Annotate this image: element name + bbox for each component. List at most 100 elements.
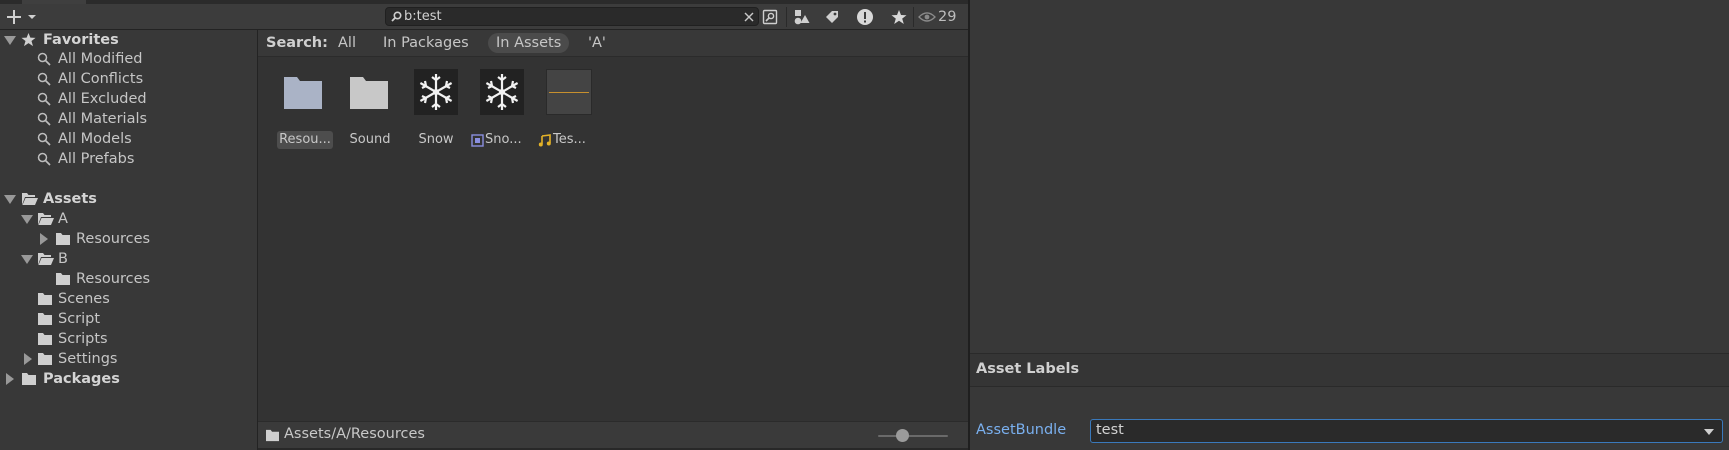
hidden-count: 29	[938, 9, 957, 25]
search-icon	[37, 112, 51, 126]
snowflake-icon	[419, 74, 453, 110]
assets-folder[interactable]: Assets	[43, 189, 97, 209]
search-input[interactable]	[404, 8, 734, 25]
path-bar: Assets/A/Resources	[258, 421, 968, 448]
expand-arrow[interactable]	[40, 233, 48, 245]
asset-item[interactable]: Sound	[337, 69, 403, 151]
warning-icon	[857, 9, 873, 25]
packages-folder[interactable]: Packages	[43, 369, 120, 389]
asset-labels-header[interactable]: Asset Labels	[970, 353, 1729, 387]
folder-scripts[interactable]: Scripts	[58, 329, 108, 349]
folder-icon	[38, 353, 52, 365]
icon-size-slider-thumb[interactable]	[896, 429, 909, 442]
eye-icon	[918, 12, 936, 22]
favorite-all-excluded[interactable]: All Excluded	[58, 89, 147, 109]
favorite-all-modified[interactable]: All Modified	[58, 49, 142, 69]
search-box[interactable]	[385, 7, 759, 26]
search-scope-bar: Search: All In Packages In Assets 'A'	[258, 30, 968, 57]
folder-icon	[56, 273, 70, 285]
hidden-packages-toggle[interactable]: 29	[918, 6, 956, 28]
tag-icon	[826, 11, 838, 23]
scope-in-assets[interactable]: In Assets	[488, 33, 570, 53]
create-button[interactable]	[6, 5, 40, 29]
open-folder-icon	[38, 253, 54, 265]
icon-size-slider[interactable]	[878, 435, 948, 437]
expand-arrow[interactable]	[4, 195, 16, 204]
filter-by-type-button[interactable]	[787, 6, 817, 28]
clear-search-icon[interactable]	[744, 12, 754, 22]
sprite-icon	[471, 134, 484, 147]
scope-in-packages[interactable]: In Packages	[375, 33, 477, 53]
folder-icon	[284, 77, 322, 109]
asset-label: Resou...	[277, 131, 333, 149]
expand-arrow[interactable]	[21, 255, 33, 264]
search-scope-label: Search:	[266, 35, 328, 51]
folder-tree: Favorites All Modified All Conflicts All…	[0, 30, 258, 450]
asset-item[interactable]: Snow	[403, 69, 469, 151]
search-in-window-button[interactable]	[755, 6, 785, 28]
selected-path: Assets/A/Resources	[284, 426, 425, 442]
asset-item[interactable]: Sno...	[469, 69, 535, 151]
project-window: 29 Favorites All Modified All Conflicts …	[0, 0, 968, 450]
open-folder-icon	[38, 213, 54, 225]
folder-script[interactable]: Script	[58, 309, 100, 329]
search-icon	[37, 52, 51, 66]
waveform-line	[549, 92, 589, 93]
star-icon	[891, 10, 907, 24]
folder-icon	[22, 373, 36, 385]
folder-icon	[38, 293, 52, 305]
asset-item[interactable]: Tes...	[535, 69, 601, 151]
star-icon	[21, 32, 36, 47]
save-search-favorite-button[interactable]	[884, 6, 914, 28]
folder-scenes[interactable]: Scenes	[58, 289, 110, 309]
favorite-all-materials[interactable]: All Materials	[58, 109, 147, 129]
favorite-all-prefabs[interactable]: All Prefabs	[58, 149, 134, 169]
snow-thumbnail	[414, 69, 458, 115]
inspector-panel: Asset Labels AssetBundle test	[968, 0, 1729, 450]
toolbar-separator	[913, 7, 914, 27]
expand-arrow[interactable]	[6, 373, 14, 385]
scope-folder-a[interactable]: 'A'	[580, 33, 614, 53]
search-icon	[37, 152, 51, 166]
folder-icon	[38, 333, 52, 345]
expand-arrow[interactable]	[21, 215, 33, 224]
search-icon	[37, 132, 51, 146]
asset-label: Snow	[418, 132, 454, 147]
asset-item[interactable]: Resou...	[271, 69, 337, 151]
project-toolbar: 29	[0, 4, 968, 30]
asset-label: Sno...	[485, 132, 522, 147]
search-icon	[391, 11, 402, 22]
expand-arrow[interactable]	[24, 353, 32, 365]
folder-icon	[38, 313, 52, 325]
asset-label: Tes...	[553, 132, 586, 147]
asset-grid: Resou... Sound Snow Sno... Tes...	[258, 57, 968, 421]
expand-arrow[interactable]	[4, 36, 16, 45]
folder-icon	[350, 77, 388, 109]
snow-sprite-thumbnail	[480, 69, 524, 115]
search-icon	[37, 72, 51, 86]
snowflake-icon	[485, 74, 519, 110]
filter-by-label-button[interactable]	[817, 6, 847, 28]
assetbundle-label: AssetBundle	[976, 422, 1067, 438]
folder-a-resources[interactable]: Resources	[76, 229, 150, 249]
folder-settings[interactable]: Settings	[58, 349, 117, 369]
open-folder-icon	[22, 193, 38, 205]
scope-all[interactable]: All	[330, 33, 364, 53]
folder-b[interactable]: B	[58, 249, 68, 269]
asset-label: Sound	[349, 132, 391, 147]
filter-by-issues-button[interactable]	[850, 6, 880, 28]
favorites-header[interactable]: Favorites	[43, 30, 119, 50]
plus-icon	[7, 10, 36, 24]
shapes-icon	[794, 10, 810, 25]
folder-icon	[56, 233, 70, 245]
favorite-all-models[interactable]: All Models	[58, 129, 132, 149]
assetbundle-value: test	[1096, 422, 1124, 438]
folder-icon	[266, 429, 279, 442]
folder-b-resources[interactable]: Resources	[76, 269, 150, 289]
audio-clip-icon	[538, 134, 551, 147]
assetbundle-dropdown[interactable]: test	[1090, 419, 1723, 443]
audio-waveform-thumbnail	[546, 69, 592, 115]
favorite-all-conflicts[interactable]: All Conflicts	[58, 69, 143, 89]
chevron-down-icon	[1704, 429, 1714, 435]
folder-a[interactable]: A	[58, 209, 68, 229]
